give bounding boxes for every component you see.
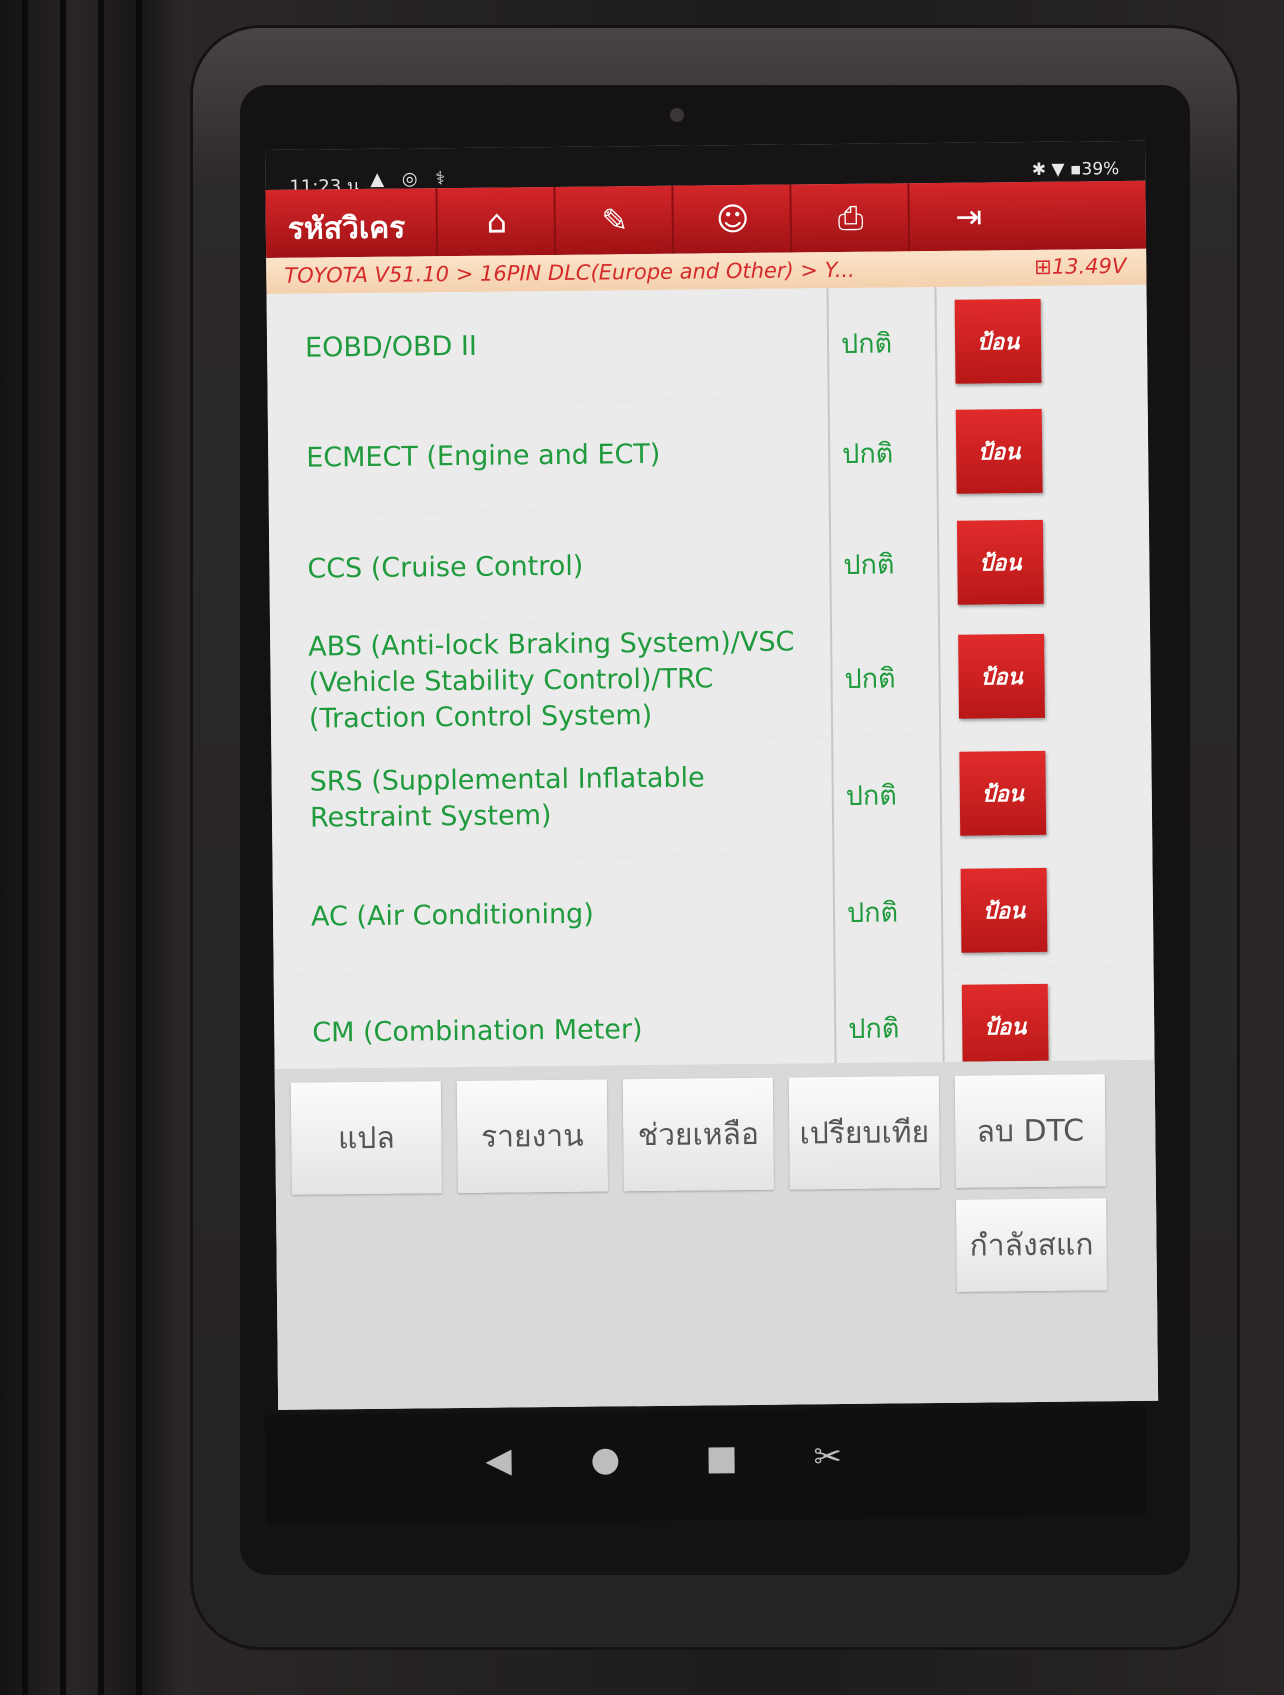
exit-button[interactable]: ⇥ xyxy=(907,182,1029,252)
system-row: CCS (Cruise Control) ปกติ ป้อน xyxy=(268,504,1150,628)
casing-ridge xyxy=(60,0,66,1695)
home-icon: ⌂ xyxy=(486,202,508,241)
report-button[interactable]: รายงาน xyxy=(456,1079,608,1194)
system-status: ปกติ xyxy=(832,852,944,971)
recent-apps-icon[interactable]: ■ xyxy=(705,1438,738,1478)
casing-ridge xyxy=(136,0,142,1695)
system-status: ปกติ xyxy=(833,968,945,1069)
enter-button[interactable]: ป้อน xyxy=(961,983,1049,1069)
system-status: ปกติ xyxy=(828,506,940,621)
system-name: CCS (Cruise Control) xyxy=(307,550,584,585)
system-status: ปกติ xyxy=(831,734,943,855)
system-name: CM (Combination Meter) xyxy=(312,1014,643,1049)
system-list: EOBD/OBD II ปกติ ป้อน ECMECT (Engine and… xyxy=(266,284,1155,1069)
edit-button[interactable]: ✎ xyxy=(553,185,675,255)
system-name: EOBD/OBD II xyxy=(304,330,478,364)
scanning-button[interactable]: กำลังสแก xyxy=(956,1198,1107,1292)
system-status: ปกติ xyxy=(829,618,942,737)
battery-voltage: ⊞13.49V xyxy=(1034,253,1127,279)
user-support-button[interactable]: ☺ xyxy=(671,184,793,254)
print-button[interactable]: ⎙ xyxy=(789,183,911,253)
system-row: ABS (Anti-lock Braking System)/VSC (Vehi… xyxy=(269,616,1152,744)
home-nav-icon[interactable]: ● xyxy=(590,1439,620,1479)
front-camera xyxy=(670,108,684,122)
exit-icon: ⇥ xyxy=(955,197,983,236)
casing-ridge xyxy=(22,0,28,1695)
system-name: ABS (Anti-lock Braking System)/VSC (Vehi… xyxy=(308,626,795,735)
system-status: ปกติ xyxy=(827,396,939,509)
system-row: ECMECT (Engine and ECT) ปกติ ป้อน xyxy=(267,394,1149,516)
user-support-icon: ☺ xyxy=(715,199,750,239)
screenshot-icon[interactable]: ✂ xyxy=(813,1437,842,1477)
back-icon[interactable]: ◀ xyxy=(485,1440,512,1480)
edit-icon: ✎ xyxy=(601,201,629,240)
system-row: CM (Combination Meter) ปกติ ป้อน xyxy=(273,966,1155,1069)
compare-button[interactable]: เปรียบเทีย xyxy=(788,1075,940,1190)
home-button[interactable]: ⌂ xyxy=(435,186,557,257)
app-toolbar: รหัสวิเคร ⌂ ✎ ☺ ⎙ ⇥ xyxy=(265,180,1147,258)
system-status: ปกติ xyxy=(826,286,938,399)
enter-button[interactable]: ป้อน xyxy=(954,298,1042,384)
android-nav-bar: ◀ ● ■ ✂ xyxy=(265,1405,1147,1525)
notification-icons: ▲ ◎ ⚕ xyxy=(370,168,452,190)
casing-ridge xyxy=(98,0,104,1695)
system-row: AC (Air Conditioning) ปกติ ป้อน xyxy=(272,850,1154,978)
action-panel: แปล รายงาน ช่วยเหลือ เปรียบเทีย ลบ DTC ก… xyxy=(274,1059,1159,1410)
system-row: SRS (Supplemental Inflatable Restraint S… xyxy=(271,732,1153,862)
enter-button[interactable]: ป้อน xyxy=(956,519,1044,605)
enter-button[interactable]: ป้อน xyxy=(960,867,1048,953)
enter-button[interactable]: ป้อน xyxy=(955,408,1043,494)
app-screen: 11:23 น. ▲ ◎ ⚕ ✱ ▼ ▪39% รหัสวิเคร ⌂ ✎ ☺ … xyxy=(265,140,1159,1410)
system-name: AC (Air Conditioning) xyxy=(310,898,594,933)
translate-button[interactable]: แปล xyxy=(290,1081,442,1195)
battery-status: ✱ ▼ ▪39% xyxy=(1031,159,1120,180)
enter-button[interactable]: ป้อน xyxy=(958,633,1045,719)
help-button[interactable]: ช่วยเหลือ xyxy=(622,1077,774,1192)
clear-dtc-button[interactable]: ลบ DTC xyxy=(954,1074,1106,1188)
car-battery-icon: ⊞ xyxy=(1034,254,1052,279)
system-name: ECMECT (Engine and ECT) xyxy=(306,438,661,474)
enter-button[interactable]: ป้อน xyxy=(959,750,1047,836)
system-row: EOBD/OBD II ปกติ ป้อน xyxy=(266,284,1148,406)
print-icon: ⎙ xyxy=(837,198,864,237)
breadcrumb-path: TOYOTA V51.10 > 16PIN DLC(Europe and Oth… xyxy=(284,257,855,288)
system-name: SRS (Supplemental Inflatable Restraint S… xyxy=(309,762,705,834)
page-title: รหัสวิเคร xyxy=(287,210,406,247)
